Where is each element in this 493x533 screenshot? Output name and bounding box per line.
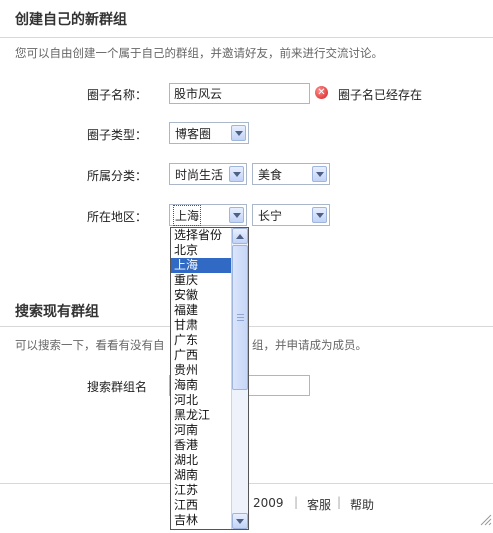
category-primary-select[interactable]: 时尚生活 [169, 163, 247, 185]
footer-link-help[interactable]: 帮助 [350, 496, 374, 513]
dropdown-option[interactable]: 湖南 [171, 468, 231, 483]
footer-year: 2009 [253, 496, 284, 510]
province-dropdown-list[interactable]: 选择省份 北京 上海 重庆 安徽 福建 甘肃 广东 广西 贵州 海南 河北 黑龙江 河南 香港 湖北 湖南 江苏江… [170, 227, 249, 530]
footer-separator: | [337, 495, 342, 509]
search-group-label: 搜索群组名 [87, 380, 148, 394]
group-name-label: 圈子名称： [87, 88, 148, 102]
footer-link-support[interactable]: 客服 [307, 496, 331, 513]
dropdown-option[interactable]: 甘肃 [171, 318, 231, 333]
province-options: 选择省份 北京 上海 重庆 安徽 福建 甘肃 广东 广西 贵州 海南 河北 黑龙江 河南 香港 湖北 湖南 江苏江… [171, 228, 231, 529]
dropdown-option[interactable]: 江西 [171, 498, 231, 513]
error-x-icon: ✕ [315, 86, 328, 99]
create-group-description: 您可以自由创建一个属于自己的群组，并邀请好友，前来进行交流讨论。 [15, 46, 383, 60]
dropdown-option[interactable]: 广东 [171, 333, 231, 348]
category-secondary-value: 美食 [258, 167, 283, 182]
footer-separator: | [294, 495, 299, 509]
dropdown-option[interactable]: 选择省份 [171, 228, 231, 243]
province-value: 上海 [172, 204, 202, 226]
category-label: 所属分类： [87, 169, 148, 183]
dropdown-option[interactable]: 黑龙江 [171, 408, 231, 423]
category-primary-value: 时尚生活 [175, 167, 224, 182]
dropdown-option[interactable]: 上海 [171, 258, 231, 273]
chevron-down-icon[interactable] [229, 166, 244, 182]
chevron-down-icon[interactable] [229, 207, 244, 223]
dropdown-scrollbar[interactable] [231, 228, 248, 529]
dropdown-option[interactable]: 江苏 [171, 483, 231, 498]
category-secondary-select[interactable]: 美食 [252, 163, 330, 185]
group-name-error: 圈子名已经存在 [338, 88, 423, 102]
dropdown-option[interactable]: 贵州 [171, 363, 231, 378]
divider [0, 37, 493, 38]
dropdown-option[interactable]: 香港 [171, 438, 231, 453]
dropdown-option[interactable]: 湖北 [171, 453, 231, 468]
chevron-down-icon[interactable] [312, 166, 327, 182]
group-type-value: 博客圈 [175, 126, 212, 141]
dropdown-option[interactable]: 广西 [171, 348, 231, 363]
dropdown-option[interactable]: 海南 [171, 378, 231, 393]
region-label: 所在地区： [87, 210, 148, 224]
search-group-description-start: 可以搜索一下，看看有没有自 [15, 338, 165, 352]
dropdown-option[interactable]: 重庆 [171, 273, 231, 288]
scroll-down-icon[interactable] [232, 513, 248, 529]
search-group-description-end: 组，并申请成为成员。 [252, 338, 367, 352]
group-type-select[interactable]: 博客圈 [169, 122, 249, 144]
dropdown-option[interactable]: 福建 [171, 303, 231, 318]
group-type-label: 圈子类型： [87, 128, 148, 142]
dropdown-option[interactable]: 河北 [171, 393, 231, 408]
create-group-title: 创建自己的新群组 [15, 12, 127, 28]
province-select[interactable]: 上海 [169, 204, 247, 226]
scrollbar-thumb[interactable] [232, 245, 248, 390]
dropdown-option[interactable]: 河南 [171, 423, 231, 438]
dropdown-option[interactable]: 北京 [171, 243, 231, 258]
group-name-input[interactable] [169, 83, 310, 104]
chevron-down-icon[interactable] [231, 125, 246, 141]
resize-grip-icon[interactable] [478, 512, 492, 526]
chevron-down-icon[interactable] [312, 207, 327, 223]
city-value: 长宁 [258, 208, 283, 223]
dropdown-option[interactable]: 吉林 [171, 513, 231, 528]
search-group-title: 搜索现有群组 [15, 304, 99, 320]
dropdown-option[interactable]: 安徽 [171, 288, 231, 303]
city-select[interactable]: 长宁 [252, 204, 330, 226]
scroll-up-icon[interactable] [232, 228, 248, 244]
